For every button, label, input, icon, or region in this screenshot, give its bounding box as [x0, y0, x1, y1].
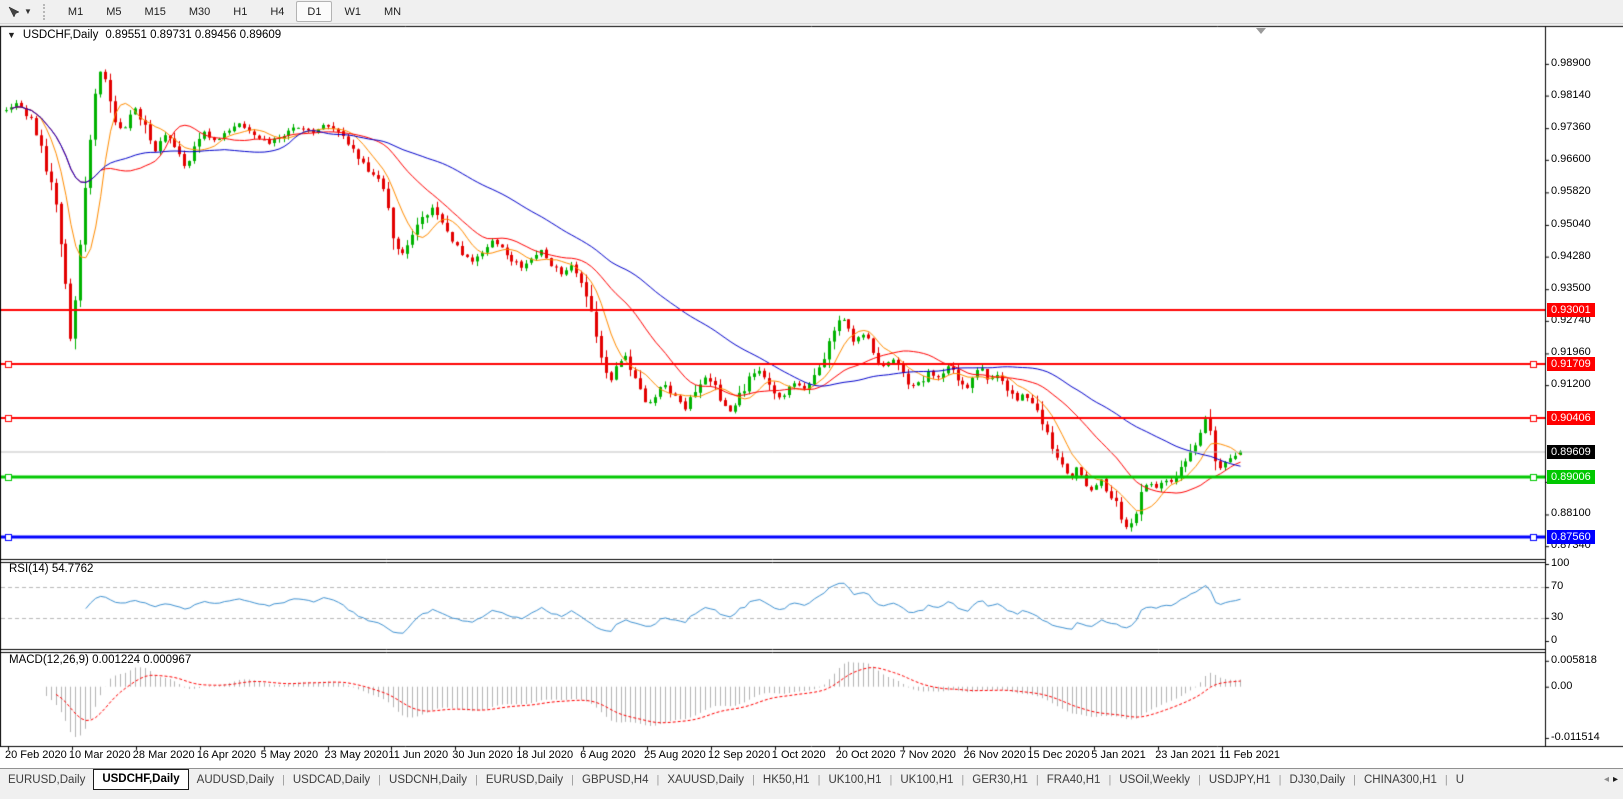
tab-item-gbpusd-h4[interactable]: GBPUSD,H4 [574, 770, 656, 790]
price-level-label: 0.90406 [1547, 411, 1595, 425]
date-label: 28 Mar 2020 [133, 749, 195, 761]
price-tick-label: 0.93500 [1551, 282, 1591, 295]
date-label: 10 Mar 2020 [69, 749, 131, 761]
timeframe-button-mn[interactable]: MN [373, 1, 412, 22]
tab-item-ger30-h1[interactable]: GER30,H1 [964, 770, 1036, 790]
rsi-tick-label: 70 [1551, 580, 1563, 593]
date-label: 6 Aug 2020 [580, 749, 636, 761]
timeframe-button-m1[interactable]: M1 [57, 1, 94, 22]
current-price-label: 0.89609 [1547, 445, 1595, 459]
price-tick-label: 0.97360 [1551, 121, 1591, 134]
date-label: 23 Jan 2021 [1155, 749, 1216, 761]
price-tick-label: 0.98140 [1551, 89, 1591, 102]
timeframe-button-h1[interactable]: H1 [222, 1, 258, 22]
tab-item-usdchf-daily[interactable]: USDCHF,Daily [93, 769, 188, 790]
date-label: 25 Aug 2020 [644, 749, 706, 761]
date-label: 16 Apr 2020 [197, 749, 256, 761]
timeframe-button-m30[interactable]: M30 [178, 1, 221, 22]
tab-item-usdcnh-daily[interactable]: USDCNH,Daily [381, 770, 475, 790]
tab-item-hk50-h1[interactable]: HK50,H1 [755, 770, 818, 790]
chart-ohlc-values: 0.89551 0.89731 0.89456 0.89609 [105, 29, 281, 41]
price-level-label: 0.87560 [1547, 530, 1595, 544]
tab-item-china300-h1[interactable]: CHINA300,H1 [1356, 770, 1445, 790]
date-label: 11 Jun 2020 [388, 749, 448, 761]
pointer-tool-dropdown[interactable]: ▼ [0, 2, 39, 22]
tab-scroll-arrows: ◂▸ [1602, 775, 1623, 785]
tab-scroll-right-icon[interactable]: ▸ [1613, 775, 1618, 785]
timeframe-button-w1[interactable]: W1 [333, 1, 372, 22]
chevron-down-icon: ▼ [24, 8, 32, 16]
timeframe-button-m5[interactable]: M5 [95, 1, 132, 22]
tab-item-eurusd-daily[interactable]: EURUSD,Daily [0, 770, 93, 790]
trading-platform-window: ▼ M1M5M15M30H1H4D1W1MN ▼ USDCHF,Daily 0.… [0, 0, 1623, 799]
price-level-label: 0.89006 [1547, 470, 1595, 484]
tab-item-usdjpy-h1[interactable]: USDJPY,H1 [1201, 770, 1279, 790]
collapse-caret-icon[interactable]: ▼ [7, 30, 16, 40]
rsi-tick-label: 30 [1551, 611, 1563, 624]
rsi-tick-label: 100 [1551, 557, 1569, 570]
price-tick-label: 0.88100 [1551, 507, 1591, 520]
date-label: 5 May 2020 [261, 749, 318, 761]
date-label: 11 Feb 2021 [1219, 749, 1280, 761]
rsi-tick-label: 0 [1551, 634, 1557, 647]
tab-scroll-left-icon[interactable]: ◂ [1604, 775, 1609, 785]
rsi-indicator-label: RSI(14) 54.7762 [9, 563, 93, 575]
date-label: 1 Oct 2020 [772, 749, 826, 761]
price-level-label: 0.91709 [1547, 357, 1595, 371]
macd-tick-label: 0.00 [1551, 680, 1572, 693]
price-tick-label: 0.94280 [1551, 250, 1591, 263]
tab-item-usdcad-daily[interactable]: USDCAD,Daily [285, 770, 378, 790]
tab-item-uk100-h1[interactable]: UK100,H1 [820, 770, 889, 790]
macd-tick-label: -0.011514 [1551, 731, 1600, 744]
price-tick-label: 0.95040 [1551, 218, 1591, 231]
timeframe-buttons: M1M5M15M30H1H4D1W1MN [57, 1, 413, 22]
date-label: 7 Nov 2020 [900, 749, 956, 761]
tab-item-uk100-h1[interactable]: UK100,H1 [892, 770, 961, 790]
tab-item-dj30-daily[interactable]: DJ30,Daily [1282, 770, 1354, 790]
cursor-icon [7, 5, 21, 19]
timeframe-toolbar: ▼ M1M5M15M30H1H4D1W1MN [0, 0, 1623, 24]
price-tick-label: 0.95820 [1551, 185, 1591, 198]
date-label: 20 Feb 2020 [5, 749, 67, 761]
timeframe-button-d1[interactable]: D1 [296, 1, 332, 22]
status-bar [0, 791, 1623, 799]
tab-item-xauusd-daily[interactable]: XAUUSD,Daily [659, 770, 752, 790]
timeframe-button-m15[interactable]: M15 [133, 1, 176, 22]
macd-tick-label: 0.005818 [1551, 654, 1597, 667]
date-label: 12 Sep 2020 [708, 749, 770, 761]
price-tick-label: 0.98900 [1551, 57, 1591, 70]
toolbar-grip [43, 4, 49, 20]
macd-indicator-label: MACD(12,26,9) 0.001224 0.000967 [9, 654, 191, 666]
price-tick-label: 0.96600 [1551, 153, 1591, 166]
price-level-label: 0.93001 [1547, 303, 1595, 317]
date-label: 15 Dec 2020 [1027, 749, 1089, 761]
tab-item-u[interactable]: U [1448, 770, 1472, 790]
tab-item-usoil-weekly[interactable]: USOil,Weekly [1111, 770, 1198, 790]
chart-title-bar: ▼ USDCHF,Daily 0.89551 0.89731 0.89456 0… [7, 29, 281, 41]
date-label: 20 Oct 2020 [836, 749, 896, 761]
date-label: 23 May 2020 [325, 749, 389, 761]
chart-symbol-period: USDCHF,Daily [23, 29, 98, 41]
chart-shift-marker-icon[interactable] [1256, 28, 1266, 34]
tab-item-eurusd-daily[interactable]: EURUSD,Daily [478, 770, 571, 790]
chart-tabs-bar: EURUSD,DailyUSDCHF,DailyAUDUSD,Daily|USD… [0, 768, 1623, 791]
date-label: 18 Jul 2020 [516, 749, 573, 761]
date-label: 26 Nov 2020 [964, 749, 1026, 761]
tab-item-fra40-h1[interactable]: FRA40,H1 [1039, 770, 1109, 790]
price-tick-label: 0.91200 [1551, 378, 1591, 391]
chart-canvas[interactable] [0, 24, 1623, 766]
timeframe-button-h4[interactable]: H4 [259, 1, 295, 22]
tab-item-audusd-daily[interactable]: AUDUSD,Daily [189, 770, 282, 790]
date-label: 30 Jun 2020 [452, 749, 513, 761]
date-label: 5 Jan 2021 [1091, 749, 1145, 761]
